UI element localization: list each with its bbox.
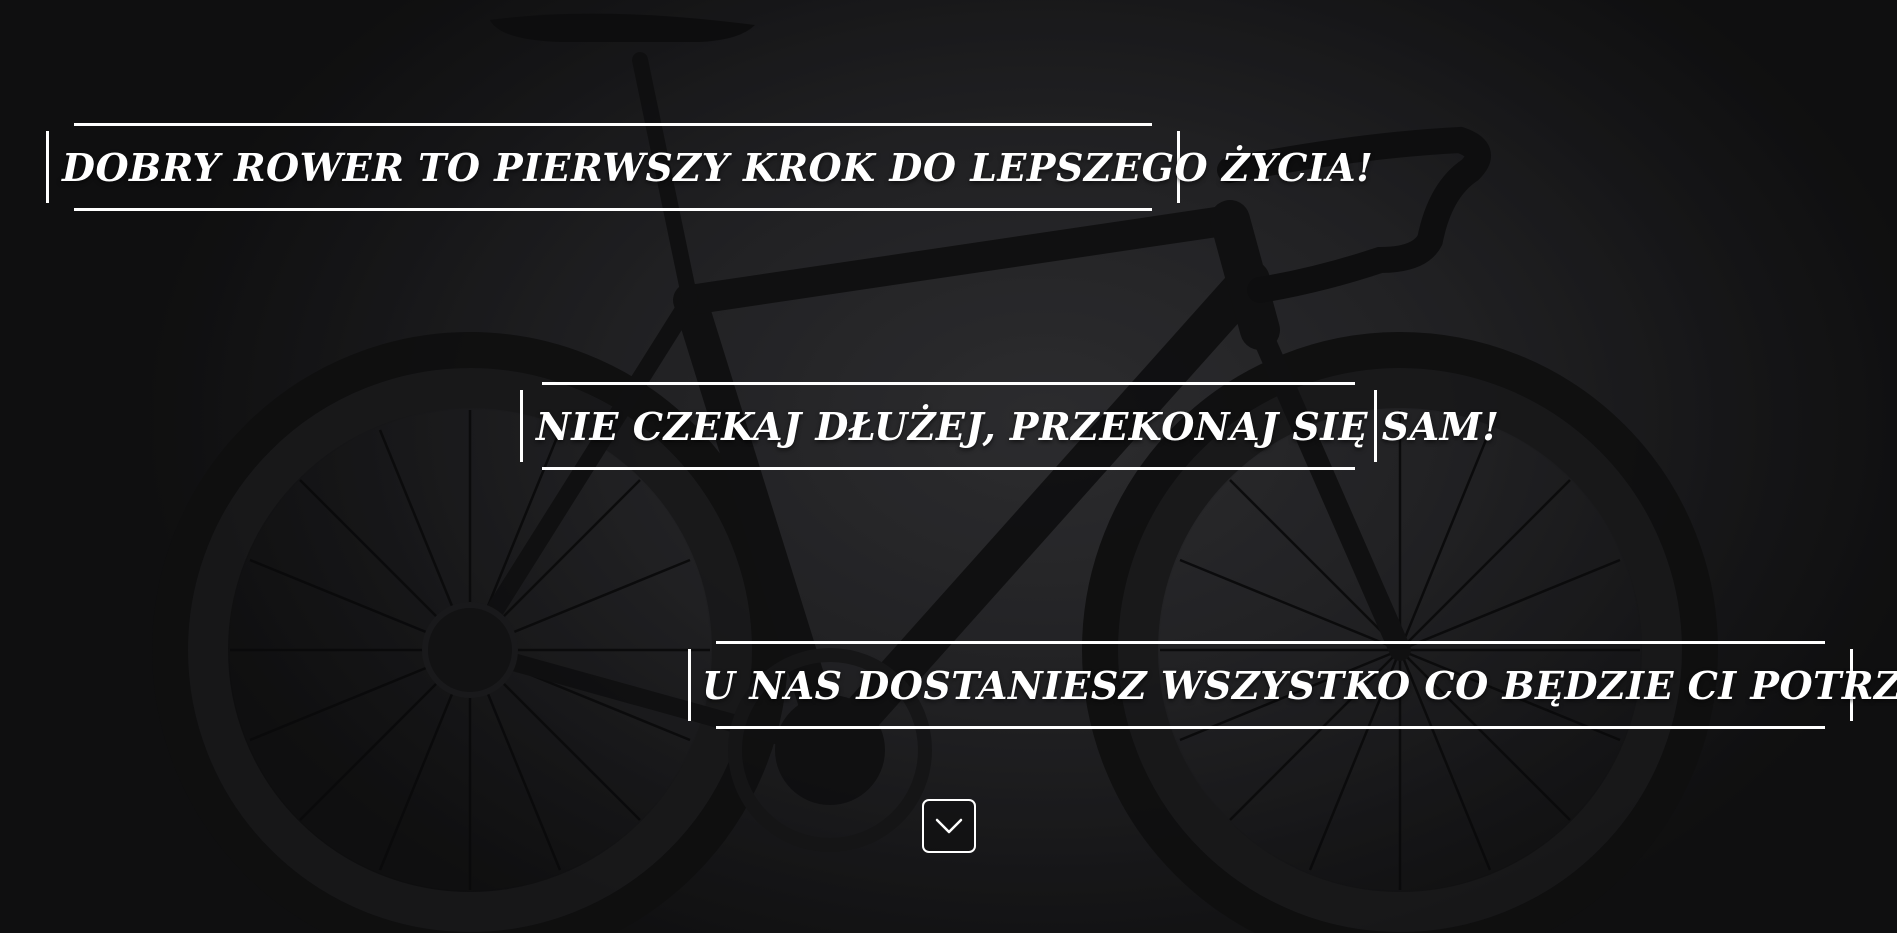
headline-1-bottom-line [74,208,1152,211]
headline-2-bottom-line [542,467,1355,470]
headline-2-text: NIE CZEKAJ DŁUŻEJ, PRZEKONAJ SIĘ SAM! [536,403,1500,449]
headline-3-top-line [716,641,1825,644]
hero-section: DOBRY ROWER TO PIERWSZY KROK DO LEPSZEGO… [0,0,1897,933]
headline-2-top-line [542,382,1355,385]
headline-3-left-line [688,649,691,721]
headline-3-bottom-line [716,726,1825,729]
headline-1-left-line [46,131,49,203]
headline-2-left-line [520,390,523,462]
headline-1-top-line [74,123,1152,126]
scroll-down-button[interactable] [922,799,976,853]
headline-3: U NAS DOSTANIESZ WSZYSTKO CO BĘDZIE CI P… [688,641,1897,729]
headline-1: DOBRY ROWER TO PIERWSZY KROK DO LEPSZEGO… [46,123,1373,211]
headline-2: NIE CZEKAJ DŁUŻEJ, PRZEKONAJ SIĘ SAM! [520,382,1499,470]
chevron-down-icon [935,818,963,834]
headline-1-text: DOBRY ROWER TO PIERWSZY KROK DO LEPSZEGO… [62,144,1374,190]
headline-3-text: U NAS DOSTANIESZ WSZYSTKO CO BĘDZIE CI P… [702,662,1897,708]
